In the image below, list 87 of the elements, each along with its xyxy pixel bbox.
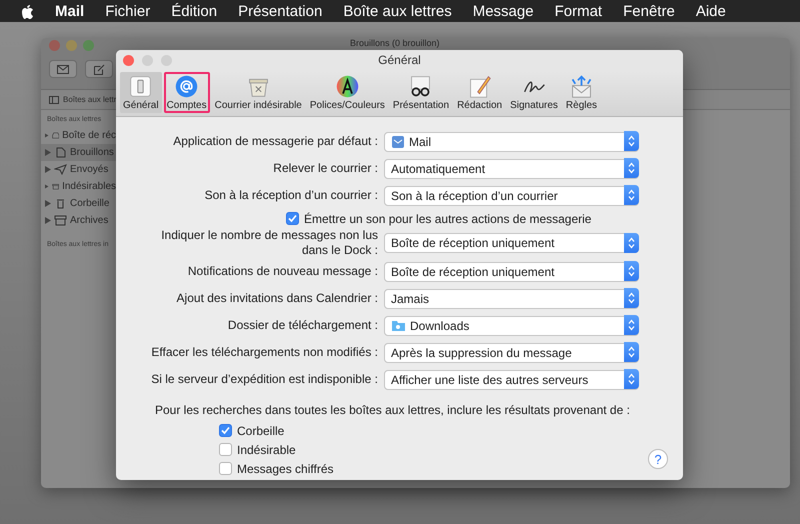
window-title: Général xyxy=(378,53,421,67)
mailbox-item[interactable]: Archives xyxy=(41,212,116,229)
chevron-icon xyxy=(628,346,635,358)
mailboxes-toggle[interactable]: Boîtes aux lettr xyxy=(63,95,116,104)
chevron-icon xyxy=(628,319,635,331)
menu-item[interactable]: Présentation xyxy=(238,2,322,20)
mailbox-item[interactable]: Corbeille xyxy=(41,195,116,212)
preferences-tab[interactable]: Polices/Couleurs xyxy=(306,72,388,113)
setting-label: Son à la réception d’un courrier : xyxy=(204,188,378,203)
paper-plane-icon xyxy=(54,164,67,175)
popup-menu[interactable]: Boîte de réception uniquement xyxy=(384,233,639,253)
pencil-paper-icon xyxy=(467,74,492,99)
disclosure-icon[interactable] xyxy=(45,183,48,190)
popup-menu[interactable]: Boîte de réception uniquement xyxy=(384,262,639,282)
preferences-tab[interactable]: Signatures xyxy=(507,72,561,113)
menu-item[interactable]: Édition xyxy=(171,2,218,20)
popup-menu[interactable]: Jamais xyxy=(384,288,639,308)
get-mail-button[interactable] xyxy=(49,60,77,78)
checkbox[interactable] xyxy=(219,443,232,456)
checkbox-label: Corbeille xyxy=(237,424,284,438)
close-button[interactable] xyxy=(123,55,134,66)
apple-icon[interactable] xyxy=(20,3,34,19)
disclosure-icon[interactable] xyxy=(45,200,51,207)
mailbox-item[interactable]: Boîte de réc xyxy=(41,127,116,144)
setting-label: Indiquer le nombre de messages non lus dans le Dock : xyxy=(160,228,378,258)
bin-icon xyxy=(52,181,60,192)
preferences-tab[interactable]: Général xyxy=(120,72,162,113)
menu-item[interactable]: Boîte aux lettres xyxy=(343,2,452,20)
popup-menu[interactable]: Afficher une liste des autres serveurs xyxy=(384,370,639,390)
popup-menu[interactable]: Son à la réception d’un courrier xyxy=(384,186,639,206)
chevron-icon xyxy=(628,236,635,248)
archive-box-icon xyxy=(54,215,67,226)
setting-label: Si le serveur d’expédition est indisponible : xyxy=(150,372,378,387)
chevron-icon xyxy=(628,265,635,277)
popup-menu[interactable]: Downloads xyxy=(384,316,639,336)
chevron-icon xyxy=(628,162,635,174)
popup-menu[interactable]: Automatiquement xyxy=(384,158,639,178)
setting-label: Application de messagerie par défaut : xyxy=(172,134,378,149)
preferences-tab[interactable]: Comptes xyxy=(164,72,210,113)
menu-item[interactable]: Fichier xyxy=(105,2,150,20)
search-include-label: Pour les recherches dans toutes les boîtes aux lettres, inclure les résultats provenant de : xyxy=(154,403,631,417)
tray-icon xyxy=(52,130,60,141)
preferences-tab[interactable]: Présentation xyxy=(390,72,452,113)
color-font-icon xyxy=(334,74,360,99)
preferences-tab[interactable]: Courrier indésirable xyxy=(212,72,305,113)
document-icon xyxy=(54,147,67,158)
help-button[interactable]: ? xyxy=(648,449,668,469)
window-title: Brouillons (0 brouillon) xyxy=(350,39,440,48)
sidebar-icon xyxy=(49,96,59,104)
mailbox-item[interactable]: Envoyés xyxy=(41,161,116,178)
switch-icon xyxy=(128,74,154,99)
setting-label: Ajout des invitations dans Calendrier : xyxy=(176,291,378,306)
disclosure-icon[interactable] xyxy=(45,132,48,139)
chevron-icon xyxy=(628,373,635,385)
checkbox[interactable] xyxy=(286,212,299,225)
chevron-icon xyxy=(628,292,635,304)
checkbox-label: Émettre un son pour les autres actions de messagerie xyxy=(304,212,592,226)
preferences-tab[interactable]: Rédaction xyxy=(454,72,506,113)
setting-label: Dossier de téléchargement : xyxy=(226,318,378,333)
envelope-icon xyxy=(57,64,69,74)
checkbox-label: Indésirable xyxy=(237,442,296,456)
at-sign-icon xyxy=(174,74,200,99)
popup-menu[interactable]: Après la suppression du message xyxy=(384,342,639,362)
menu-item[interactable]: Fenêtre xyxy=(623,2,675,20)
mail-app-icon xyxy=(391,134,405,148)
folder-icon xyxy=(391,319,406,332)
preferences-tab[interactable]: Règles xyxy=(562,72,600,113)
chevron-icon xyxy=(628,135,635,147)
menu-item[interactable]: Format xyxy=(554,2,602,20)
menu-item[interactable]: Aide xyxy=(696,2,726,20)
compose-icon xyxy=(94,64,104,74)
trash-icon xyxy=(54,198,67,209)
popup-menu[interactable]: Mail xyxy=(384,132,639,152)
setting-label: Relever le courrier : xyxy=(272,161,378,176)
menu-item[interactable]: Message xyxy=(472,2,534,20)
disclosure-icon[interactable] xyxy=(45,149,51,156)
compose-button[interactable] xyxy=(85,60,113,78)
mailbox-item[interactable]: Indésirables xyxy=(41,178,116,195)
checkbox-label: Messages chiffrés xyxy=(237,462,334,476)
disclosure-icon[interactable] xyxy=(45,217,51,224)
checkbox[interactable] xyxy=(219,424,232,437)
setting-label: Notifications de nouveau message : xyxy=(186,264,378,279)
chevron-icon xyxy=(628,189,635,201)
setting-label: Effacer les téléchargements non modifiés : xyxy=(150,345,378,360)
disclosure-icon[interactable] xyxy=(45,166,51,173)
checkbox[interactable] xyxy=(219,462,232,475)
app-menu[interactable]: Mail xyxy=(55,2,84,20)
